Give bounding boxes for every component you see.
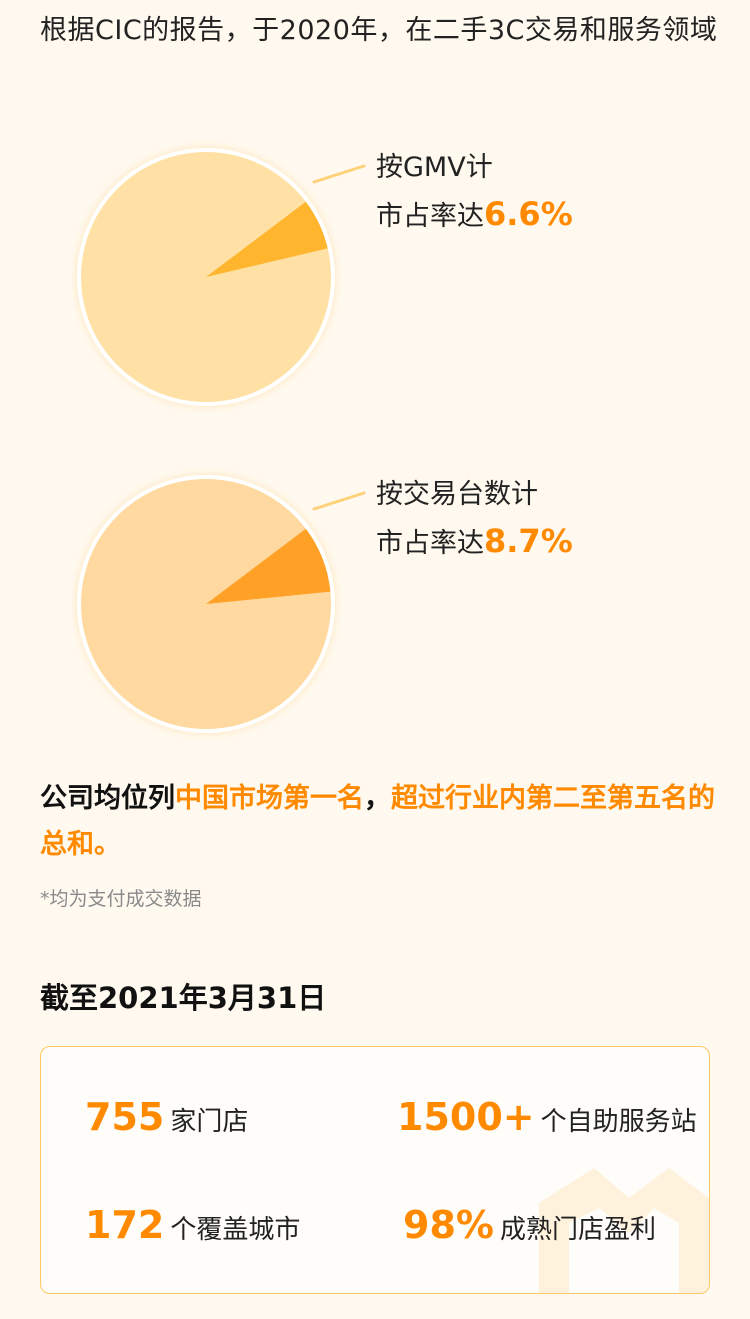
- stat-number: 755: [85, 1095, 165, 1139]
- pie-caption-gmv: 按GMV计 市占率达6.6%: [376, 144, 573, 240]
- pie-label-prefix: 市占率达: [376, 528, 484, 559]
- stat-kiosks: 1500+ 个自助服务站: [397, 1095, 697, 1139]
- pie-percent: 6.6%: [484, 195, 573, 233]
- summary-comma: ，: [364, 783, 391, 814]
- pie-block-units: 按交易台数计 市占率达8.7%: [0, 467, 750, 757]
- pie-chart-units: [76, 474, 336, 734]
- stat-cities: 172 个覆盖城市: [85, 1203, 300, 1247]
- stat-profitable-stores: 98% 成熟门店盈利: [403, 1203, 656, 1247]
- pie-label-line1: 按交易台数计: [376, 479, 538, 510]
- section-title: 截至2021年3月31日: [40, 981, 327, 1015]
- stat-label: 个自助服务站: [540, 1107, 697, 1137]
- stat-number: 1500+: [397, 1095, 535, 1139]
- summary-prefix: 公司均位列: [40, 783, 175, 814]
- pie-leader-line: [312, 164, 366, 184]
- stat-stores: 755 家门店: [85, 1095, 248, 1139]
- stat-label: 个覆盖城市: [170, 1215, 301, 1245]
- stat-label: 家门店: [170, 1107, 249, 1137]
- footnote: *均为支付成交数据: [40, 888, 202, 910]
- pie-percent: 8.7%: [484, 522, 573, 560]
- intro-text: 根据CIC的报告，于2020年，在二手3C交易和服务领域: [40, 15, 718, 46]
- pie-label-prefix: 市占率达: [376, 201, 484, 232]
- pie-leader-line: [312, 491, 366, 511]
- stat-number: 172: [85, 1203, 165, 1247]
- pie-block-gmv: 按GMV计 市占率达6.6%: [0, 140, 750, 430]
- ranking-summary: 公司均位列中国市场第一名，超过行业内第二至第五名的总和。: [40, 776, 720, 868]
- pie-label-line2: 市占率达8.7%: [376, 518, 573, 567]
- stats-card: 755 家门店 1500+ 个自助服务站 172 个覆盖城市 98% 成熟门店盈…: [40, 1046, 710, 1294]
- summary-highlight-rank: 中国市场第一名: [175, 783, 364, 814]
- pie-label-line1: 按GMV计: [376, 152, 493, 183]
- stat-label: 成熟门店盈利: [499, 1215, 656, 1245]
- pie-chart-gmv: [76, 147, 336, 407]
- stat-number: 98%: [403, 1203, 494, 1247]
- pie-label-line2: 市占率达6.6%: [376, 191, 573, 240]
- pie-caption-units: 按交易台数计 市占率达8.7%: [376, 471, 573, 567]
